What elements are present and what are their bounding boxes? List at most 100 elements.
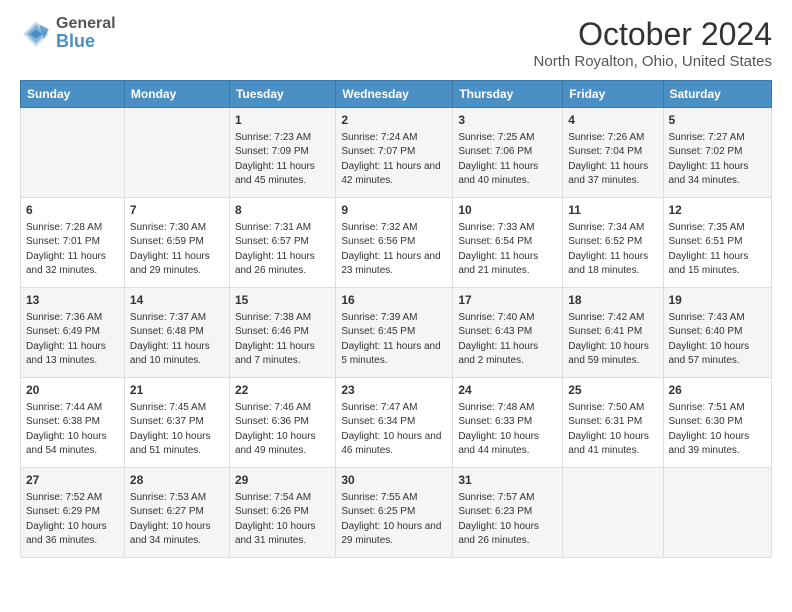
week-row-5: 27 Sunrise: 7:52 AM Sunset: 6:29 PM Dayli… xyxy=(21,468,772,558)
day-cell: 2Sunrise: 7:24 AM Sunset: 7:07 PM Daylig… xyxy=(336,108,453,198)
day-cell: 29 Sunrise: 7:54 AM Sunset: 6:26 PM Dayli… xyxy=(229,468,335,558)
day-number: 8 xyxy=(235,202,330,219)
day-cell: 17 Sunrise: 7:40 AM Sunset: 6:43 PM Dayli… xyxy=(453,288,563,378)
title-section: October 2024 North Royalton, Ohio, Unite… xyxy=(534,16,772,70)
day-cell: 22 Sunrise: 7:46 AM Sunset: 6:36 PM Dayli… xyxy=(229,378,335,468)
day-cell: 9 Sunrise: 7:32 AM Sunset: 6:56 PM Daylig… xyxy=(336,198,453,288)
day-number: 9 xyxy=(341,202,447,219)
day-number: 25 xyxy=(568,382,657,399)
day-info: Sunrise: 7:53 AM Sunset: 6:27 PM Dayligh… xyxy=(130,491,224,549)
logo-blue: Blue xyxy=(56,32,116,50)
day-info: Sunrise: 7:33 AM Sunset: 6:54 PM Dayligh… xyxy=(458,221,557,279)
day-cell: 26 Sunrise: 7:51 AM Sunset: 6:30 PM Dayli… xyxy=(663,378,772,468)
page: General Blue October 2024 North Royalton… xyxy=(0,0,792,574)
main-title: October 2024 xyxy=(534,16,772,53)
day-number: 7 xyxy=(130,202,224,219)
day-number: 18 xyxy=(568,292,657,309)
day-number: 29 xyxy=(235,472,330,489)
day-info: Sunrise: 7:51 AM Sunset: 6:30 PM Dayligh… xyxy=(669,401,767,459)
day-number: 12 xyxy=(669,202,767,219)
day-cell: 23 Sunrise: 7:47 AM Sunset: 6:34 PM Dayli… xyxy=(336,378,453,468)
day-number: 5 xyxy=(669,112,767,129)
day-info: Sunrise: 7:36 AM Sunset: 6:49 PM Dayligh… xyxy=(26,311,119,369)
header-cell-friday: Friday xyxy=(563,81,663,108)
subtitle: North Royalton, Ohio, United States xyxy=(534,53,772,70)
day-info: Sunrise: 7:26 AM Sunset: 7:04 PM Dayligh… xyxy=(568,131,657,189)
day-cell xyxy=(124,108,229,198)
day-number: 10 xyxy=(458,202,557,219)
week-row-2: 6Sunrise: 7:28 AM Sunset: 7:01 PM Daylig… xyxy=(21,198,772,288)
day-cell: 3Sunrise: 7:25 AM Sunset: 7:06 PM Daylig… xyxy=(453,108,563,198)
day-info: Sunrise: 7:50 AM Sunset: 6:31 PM Dayligh… xyxy=(568,401,657,459)
day-number: 22 xyxy=(235,382,330,399)
day-cell: 8Sunrise: 7:31 AM Sunset: 6:57 PM Daylig… xyxy=(229,198,335,288)
day-cell: 19Sunrise: 7:43 AM Sunset: 6:40 PM Dayli… xyxy=(663,288,772,378)
day-info: Sunrise: 7:39 AM Sunset: 6:45 PM Dayligh… xyxy=(341,311,447,369)
day-cell: 21Sunrise: 7:45 AM Sunset: 6:37 PM Dayli… xyxy=(124,378,229,468)
day-number: 23 xyxy=(341,382,447,399)
day-cell: 15 Sunrise: 7:38 AM Sunset: 6:46 PM Dayli… xyxy=(229,288,335,378)
logo-general: General xyxy=(56,16,116,32)
day-info: Sunrise: 7:37 AM Sunset: 6:48 PM Dayligh… xyxy=(130,311,224,369)
day-number: 17 xyxy=(458,292,557,309)
day-cell: 31Sunrise: 7:57 AM Sunset: 6:23 PM Dayli… xyxy=(453,468,563,558)
day-info: Sunrise: 7:38 AM Sunset: 6:46 PM Dayligh… xyxy=(235,311,330,369)
calendar-body: 1 Sunrise: 7:23 AM Sunset: 7:09 PM Daylig… xyxy=(21,108,772,558)
day-cell: 27 Sunrise: 7:52 AM Sunset: 6:29 PM Dayli… xyxy=(21,468,125,558)
day-cell xyxy=(663,468,772,558)
day-info: Sunrise: 7:46 AM Sunset: 6:36 PM Dayligh… xyxy=(235,401,330,459)
header-cell-wednesday: Wednesday xyxy=(336,81,453,108)
day-number: 15 xyxy=(235,292,330,309)
day-info: Sunrise: 7:55 AM Sunset: 6:25 PM Dayligh… xyxy=(341,491,447,549)
day-number: 11 xyxy=(568,202,657,219)
day-cell: 14Sunrise: 7:37 AM Sunset: 6:48 PM Dayli… xyxy=(124,288,229,378)
logo-icon xyxy=(20,18,52,50)
header-cell-monday: Monday xyxy=(124,81,229,108)
calendar-header: SundayMondayTuesdayWednesdayThursdayFrid… xyxy=(21,81,772,108)
day-number: 3 xyxy=(458,112,557,129)
day-cell: 25 Sunrise: 7:50 AM Sunset: 6:31 PM Dayli… xyxy=(563,378,663,468)
day-cell: 10 Sunrise: 7:33 AM Sunset: 6:54 PM Dayli… xyxy=(453,198,563,288)
day-cell: 6Sunrise: 7:28 AM Sunset: 7:01 PM Daylig… xyxy=(21,198,125,288)
week-row-1: 1 Sunrise: 7:23 AM Sunset: 7:09 PM Daylig… xyxy=(21,108,772,198)
day-info: Sunrise: 7:52 AM Sunset: 6:29 PM Dayligh… xyxy=(26,491,119,549)
header-row: SundayMondayTuesdayWednesdayThursdayFrid… xyxy=(21,81,772,108)
day-info: Sunrise: 7:42 AM Sunset: 6:41 PM Dayligh… xyxy=(568,311,657,369)
day-number: 24 xyxy=(458,382,557,399)
day-info: Sunrise: 7:47 AM Sunset: 6:34 PM Dayligh… xyxy=(341,401,447,459)
day-cell: 1 Sunrise: 7:23 AM Sunset: 7:09 PM Daylig… xyxy=(229,108,335,198)
day-cell: 5Sunrise: 7:27 AM Sunset: 7:02 PM Daylig… xyxy=(663,108,772,198)
header-cell-tuesday: Tuesday xyxy=(229,81,335,108)
day-cell: 7 Sunrise: 7:30 AM Sunset: 6:59 PM Daylig… xyxy=(124,198,229,288)
day-info: Sunrise: 7:32 AM Sunset: 6:56 PM Dayligh… xyxy=(341,221,447,279)
day-info: Sunrise: 7:30 AM Sunset: 6:59 PM Dayligh… xyxy=(130,221,224,279)
day-number: 31 xyxy=(458,472,557,489)
day-cell: 4 Sunrise: 7:26 AM Sunset: 7:04 PM Daylig… xyxy=(563,108,663,198)
day-cell: 30 Sunrise: 7:55 AM Sunset: 6:25 PM Dayli… xyxy=(336,468,453,558)
header-cell-sunday: Sunday xyxy=(21,81,125,108)
week-row-3: 13Sunrise: 7:36 AM Sunset: 6:49 PM Dayli… xyxy=(21,288,772,378)
header-cell-thursday: Thursday xyxy=(453,81,563,108)
day-cell: 11 Sunrise: 7:34 AM Sunset: 6:52 PM Dayli… xyxy=(563,198,663,288)
day-info: Sunrise: 7:35 AM Sunset: 6:51 PM Dayligh… xyxy=(669,221,767,279)
day-number: 27 xyxy=(26,472,119,489)
day-number: 4 xyxy=(568,112,657,129)
day-info: Sunrise: 7:23 AM Sunset: 7:09 PM Dayligh… xyxy=(235,131,330,189)
day-cell: 20Sunrise: 7:44 AM Sunset: 6:38 PM Dayli… xyxy=(21,378,125,468)
day-info: Sunrise: 7:54 AM Sunset: 6:26 PM Dayligh… xyxy=(235,491,330,549)
day-number: 30 xyxy=(341,472,447,489)
day-cell xyxy=(21,108,125,198)
day-number: 6 xyxy=(26,202,119,219)
day-number: 28 xyxy=(130,472,224,489)
day-number: 1 xyxy=(235,112,330,129)
day-info: Sunrise: 7:45 AM Sunset: 6:37 PM Dayligh… xyxy=(130,401,224,459)
day-cell: 24Sunrise: 7:48 AM Sunset: 6:33 PM Dayli… xyxy=(453,378,563,468)
day-info: Sunrise: 7:24 AM Sunset: 7:07 PM Dayligh… xyxy=(341,131,447,189)
header-cell-saturday: Saturday xyxy=(663,81,772,108)
day-cell: 28 Sunrise: 7:53 AM Sunset: 6:27 PM Dayli… xyxy=(124,468,229,558)
day-number: 20 xyxy=(26,382,119,399)
day-cell: 12 Sunrise: 7:35 AM Sunset: 6:51 PM Dayli… xyxy=(663,198,772,288)
day-info: Sunrise: 7:40 AM Sunset: 6:43 PM Dayligh… xyxy=(458,311,557,369)
day-info: Sunrise: 7:34 AM Sunset: 6:52 PM Dayligh… xyxy=(568,221,657,279)
day-number: 26 xyxy=(669,382,767,399)
